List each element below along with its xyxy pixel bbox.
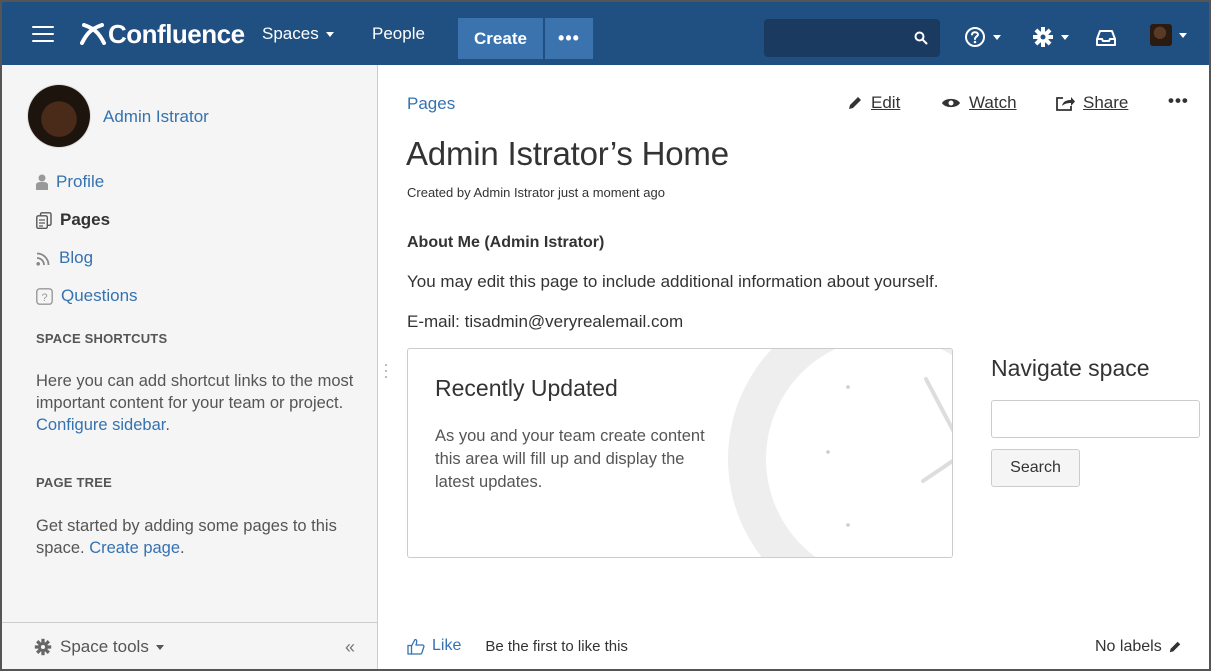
notifications-button[interactable] xyxy=(1096,30,1116,46)
shortcuts-description: Here you can add shortcut links to the m… xyxy=(36,372,354,412)
rss-icon xyxy=(36,252,50,266)
create-page-link[interactable]: Create page xyxy=(89,539,180,557)
logo-text: Confluence xyxy=(108,18,245,49)
thumbs-up-icon xyxy=(407,638,425,655)
like-status-text: Be the first to like this xyxy=(485,637,628,655)
gear-icon xyxy=(1033,27,1053,47)
sidebar-item-blog[interactable]: Blog xyxy=(36,248,93,268)
app-switcher-menu-icon[interactable] xyxy=(32,26,54,42)
space-tools-menu[interactable]: Space tools xyxy=(34,637,164,657)
more-dots-icon: ••• xyxy=(1168,91,1189,110)
watch-label: Watch xyxy=(969,93,1017,112)
page-title: Admin Istrator’s Home xyxy=(406,135,729,172)
spaces-label: Spaces xyxy=(262,24,319,43)
page-tree-text: Get started by adding some pages to this… xyxy=(36,517,337,557)
help-icon xyxy=(965,27,985,47)
space-tools-label: Space tools xyxy=(60,637,149,656)
confluence-logo[interactable]: Confluence xyxy=(80,18,245,49)
more-actions-button[interactable]: ••• xyxy=(1168,91,1189,111)
recently-updated-title: Recently Updated xyxy=(435,375,618,401)
more-dots-icon: ••• xyxy=(558,28,580,48)
spaces-menu[interactable]: Spaces xyxy=(262,24,334,44)
confluence-window: Confluence Spaces People Create ••• Admi… xyxy=(0,0,1211,671)
like-label: Like xyxy=(432,637,462,654)
chevron-down-icon xyxy=(1179,32,1187,38)
navigate-space-input[interactable] xyxy=(991,400,1200,438)
like-button[interactable]: Like xyxy=(407,637,461,655)
sidebar-item-profile[interactable]: Profile xyxy=(36,172,104,192)
pages-icon xyxy=(36,211,52,229)
chevron-down-icon xyxy=(1061,34,1069,40)
recently-updated-panel: Recently Updated As you and your team cr… xyxy=(407,348,953,558)
navigate-space-title: Navigate space xyxy=(991,355,1150,381)
space-sidebar: Admin Istrator Profile Pages Blog ? Ques… xyxy=(2,65,378,669)
sidebar-item-label: Profile xyxy=(56,172,105,191)
space-shortcuts-heading: SPACE SHORTCUTS xyxy=(36,331,168,346)
configure-sidebar-link[interactable]: Configure sidebar xyxy=(36,416,165,434)
labels-area: No labels xyxy=(1095,638,1182,656)
sidebar-item-label: Blog xyxy=(59,248,94,267)
people-label: People xyxy=(372,24,425,43)
watch-button[interactable]: Watch xyxy=(941,93,1017,113)
pencil-icon[interactable] xyxy=(1168,640,1182,654)
edit-label: Edit xyxy=(871,93,901,112)
svg-text:?: ? xyxy=(41,291,47,303)
profile-name-link[interactable]: Admin Istrator xyxy=(103,107,209,127)
search-icon xyxy=(914,31,928,45)
share-button[interactable]: Share xyxy=(1055,93,1128,113)
navigate-search-button[interactable]: Search xyxy=(991,449,1080,487)
settings-menu[interactable] xyxy=(1032,26,1069,48)
about-heading: About Me (Admin Istrator) xyxy=(407,234,605,251)
inbox-icon xyxy=(1096,30,1116,46)
share-icon xyxy=(1056,97,1075,111)
people-link[interactable]: People xyxy=(372,24,425,44)
search-input[interactable] xyxy=(764,19,940,57)
edit-button[interactable]: Edit xyxy=(847,93,900,113)
confluence-logo-icon xyxy=(80,23,106,45)
profile-avatar[interactable] xyxy=(28,85,90,147)
eye-icon xyxy=(942,98,960,108)
sidebar-item-label: Pages xyxy=(60,210,111,229)
sidebar-footer: Space tools « xyxy=(2,622,377,669)
space-shortcuts-text: Here you can add shortcut links to the m… xyxy=(36,372,354,434)
help-menu[interactable] xyxy=(964,26,1001,48)
chevron-down-icon xyxy=(155,644,164,650)
about-text: You may edit this page to include additi… xyxy=(407,272,939,291)
breadcrumb-pages[interactable]: Pages xyxy=(407,94,455,114)
like-row: Like Be the first to like this xyxy=(407,637,628,655)
page-content: Pages Edit Watch Share ••• Admin Istrato… xyxy=(379,65,1209,669)
email-text: E-mail: tisadmin@veryrealemail.com xyxy=(407,312,684,331)
labels-text: No labels xyxy=(1095,638,1162,655)
person-icon xyxy=(36,174,48,190)
collapse-sidebar-button[interactable]: « xyxy=(345,637,355,658)
create-label: Create xyxy=(474,28,527,48)
page-tree-description: Get started by adding some pages to this… xyxy=(36,517,337,557)
user-menu[interactable] xyxy=(1150,24,1187,46)
chevron-down-icon xyxy=(325,31,334,37)
chevron-down-icon xyxy=(993,34,1001,40)
page-tree-heading: PAGE TREE xyxy=(36,475,112,490)
question-icon: ? xyxy=(36,287,53,305)
page-metadata: Created by Admin Istrator just a moment … xyxy=(407,185,665,200)
sidebar-item-pages[interactable]: Pages xyxy=(36,210,110,230)
avatar xyxy=(1150,24,1172,46)
share-label: Share xyxy=(1083,93,1129,112)
create-button[interactable]: Create xyxy=(458,18,543,59)
sidebar-item-questions[interactable]: ? Questions xyxy=(36,286,138,306)
recently-updated-description: As you and your team create content this… xyxy=(435,427,705,491)
top-navigation-bar: Confluence Spaces People Create ••• xyxy=(2,2,1209,65)
create-more-button[interactable]: ••• xyxy=(545,18,593,59)
clock-icon xyxy=(728,349,952,557)
gear-icon xyxy=(34,638,52,656)
sidebar-item-label: Questions xyxy=(61,286,138,305)
pencil-icon xyxy=(849,97,861,109)
